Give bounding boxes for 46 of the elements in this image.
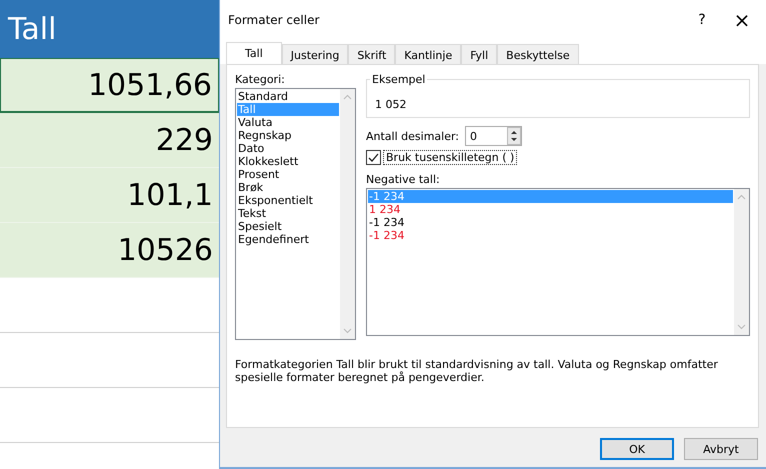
dialog-button[interactable]: OK — [600, 438, 674, 460]
list-item[interactable]: Prosent — [237, 168, 339, 181]
tab[interactable]: Kantlinje — [395, 44, 462, 64]
scrollbar[interactable] — [340, 89, 355, 339]
table-cell: 1051,66 — [0, 58, 219, 113]
spin-arrows-icon[interactable] — [507, 127, 522, 145]
list-item[interactable]: Regnskap — [237, 129, 339, 142]
list-item[interactable]: Spesielt — [237, 220, 339, 233]
scroll-up-icon[interactable] — [737, 194, 746, 200]
decimals-label: Antall desimaler: — [366, 130, 460, 142]
table-cell: 10526 — [0, 223, 219, 278]
scroll-down-icon[interactable] — [343, 328, 352, 334]
dialog-button[interactable]: Avbryt — [684, 438, 758, 460]
list-item[interactable]: Tekst — [237, 207, 339, 220]
negative-label: Negative tall: — [366, 173, 441, 186]
help-button[interactable]: ? — [682, 5, 722, 35]
category-label: Kategori: — [235, 73, 286, 86]
list-item[interactable]: -1 234 — [368, 216, 733, 229]
scroll-up-icon[interactable] — [343, 94, 352, 100]
tab[interactable]: Tall — [226, 42, 282, 64]
list-item[interactable]: 1 234 — [368, 203, 733, 216]
list-item[interactable]: Standard — [237, 90, 339, 103]
list-item[interactable]: Egendefinert — [237, 233, 339, 246]
decimals-spinner[interactable]: 0 — [465, 126, 522, 146]
sample-value: 1 052 — [375, 98, 406, 111]
table-cell: 229 — [0, 113, 219, 168]
list-item[interactable]: Klokkeslett — [237, 155, 339, 168]
list-item[interactable]: Dato — [237, 142, 339, 155]
description-text: Formatkategorien Tall blir brukt til standardvisning av tall. Valuta og Regnskap omfatter spesielle formater beregnet på pengeverdier. — [235, 358, 719, 384]
list-item[interactable]: Brøk — [237, 181, 339, 194]
list-item[interactable]: Eksponentielt — [237, 194, 339, 207]
list-item[interactable]: -1 234 — [368, 229, 733, 242]
window-title: Formater celler — [228, 13, 320, 27]
close-button[interactable]: × — [722, 5, 762, 35]
list-item[interactable]: Valuta — [237, 116, 339, 129]
tab[interactable]: Skrift — [348, 44, 396, 64]
table-cell: 101,1 — [0, 168, 219, 223]
tab[interactable]: Beskyttelse — [497, 44, 579, 64]
checkbox-label[interactable]: Bruk tusenskilletegn ( ) — [383, 150, 518, 165]
scrollbar[interactable] — [734, 189, 749, 335]
tab[interactable]: Fyll — [461, 44, 498, 64]
column-header: Tall — [0, 0, 219, 58]
group-legend: Eksempel — [370, 73, 428, 86]
checkbox[interactable] — [366, 150, 381, 165]
scroll-down-icon[interactable] — [737, 324, 746, 330]
tab[interactable]: Justering — [282, 44, 348, 64]
